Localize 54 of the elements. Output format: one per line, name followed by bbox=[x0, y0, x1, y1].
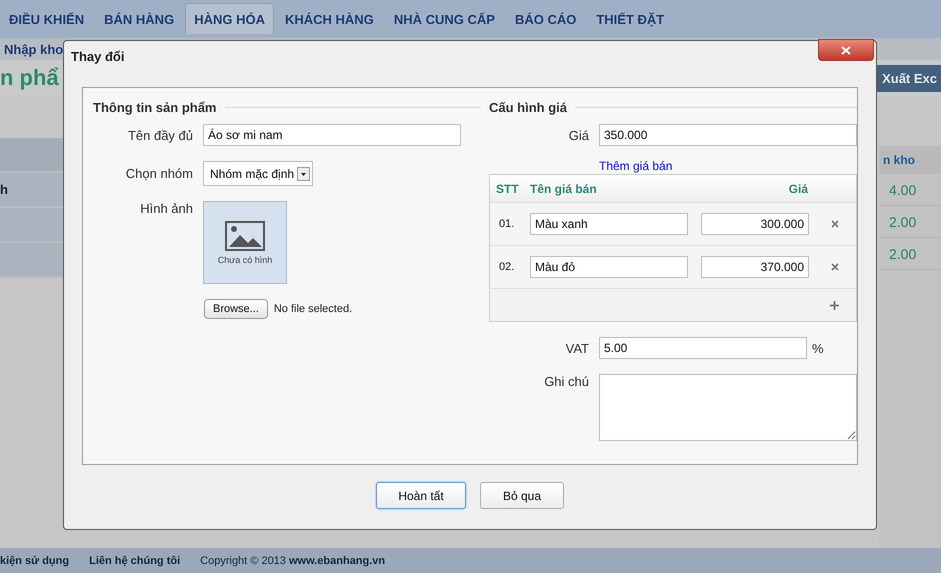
field-label: Tên đầy đủ bbox=[126, 128, 194, 142]
price-name-input[interactable]: Màu xanh bbox=[530, 213, 688, 235]
field-label: Ghi chú bbox=[543, 374, 590, 389]
price-value-input[interactable]: 370.000 bbox=[701, 256, 809, 278]
column-header: n kho bbox=[879, 146, 941, 174]
column-header: STT bbox=[495, 182, 520, 196]
nav-tab[interactable]: THIẾT ĐẶT bbox=[587, 3, 674, 34]
nav-tab[interactable]: KHÁCH HÀNG bbox=[276, 3, 383, 34]
page-title: n phẩ bbox=[0, 65, 59, 91]
nav-tab[interactable]: HÀNG HÓA bbox=[185, 3, 274, 34]
field-label: VAT bbox=[564, 340, 590, 356]
section-heading: Thông tin sản phẩm bbox=[93, 100, 216, 114]
field-label: Hình ảnh bbox=[139, 201, 194, 216]
close-icon[interactable] bbox=[829, 218, 841, 230]
close-icon[interactable] bbox=[829, 261, 841, 273]
table-cell: 2.00 bbox=[879, 206, 941, 238]
close-button[interactable] bbox=[818, 39, 874, 61]
nav-tab[interactable]: NHÀ CUNG CẤP bbox=[384, 3, 504, 34]
dialog-button[interactable]: Hoàn tất bbox=[376, 482, 466, 509]
name-input[interactable]: Áo sơ mi nam bbox=[203, 124, 461, 146]
close-icon bbox=[841, 46, 851, 54]
sidebar-row bbox=[0, 208, 63, 243]
caret-icon bbox=[297, 166, 310, 180]
add-price-link[interactable]: Thêm giá bán bbox=[599, 159, 857, 173]
column-header: Tên giá bán bbox=[530, 182, 598, 196]
dialog-button[interactable]: Bỏ qua bbox=[480, 482, 564, 509]
image-caption: Chưa có hình bbox=[218, 254, 272, 264]
row-number: 02. bbox=[498, 261, 516, 273]
field-label: Giá bbox=[568, 128, 590, 142]
unit-label: % bbox=[812, 340, 824, 356]
image-icon bbox=[225, 220, 265, 250]
dialog-title: Thay đổi bbox=[71, 48, 124, 64]
vat-input[interactable]: 5.00 bbox=[599, 337, 807, 359]
column-header: Giá bbox=[788, 182, 809, 196]
breadcrumb-link[interactable]: Nhập kho bbox=[4, 42, 64, 56]
table-cell: 2.00 bbox=[879, 238, 941, 270]
browse-button[interactable]: Browse... bbox=[204, 299, 268, 319]
nav-tab[interactable]: BÁN HÀNG bbox=[95, 3, 184, 34]
nav-tab[interactable]: BÁO CÁO bbox=[506, 3, 586, 34]
row-number: 01. bbox=[498, 218, 516, 230]
nav-tab[interactable]: ĐIỀU KHIỂN bbox=[0, 3, 94, 34]
group-select[interactable]: Nhóm mặc định bbox=[203, 161, 314, 186]
price-value-input[interactable]: 300.000 bbox=[701, 213, 809, 235]
file-status: No file selected. bbox=[274, 303, 352, 315]
footer-link[interactable]: Liên hệ chúng tôi bbox=[89, 554, 180, 566]
table-cell: 4.00 bbox=[879, 174, 941, 206]
footer-link[interactable]: kiện sử dụng bbox=[0, 554, 70, 566]
section-heading: Cấu hình giá bbox=[489, 100, 567, 114]
field-label: Chọn nhóm bbox=[124, 166, 194, 181]
sidebar-item[interactable]: h bbox=[0, 173, 63, 208]
price-input[interactable]: 350.000 bbox=[599, 124, 857, 146]
copyright-text: Copyright © 2013 www.ebanhang.vn bbox=[200, 554, 386, 566]
plus-icon[interactable] bbox=[829, 300, 840, 310]
price-name-input[interactable]: Màu đỏ bbox=[530, 256, 688, 278]
